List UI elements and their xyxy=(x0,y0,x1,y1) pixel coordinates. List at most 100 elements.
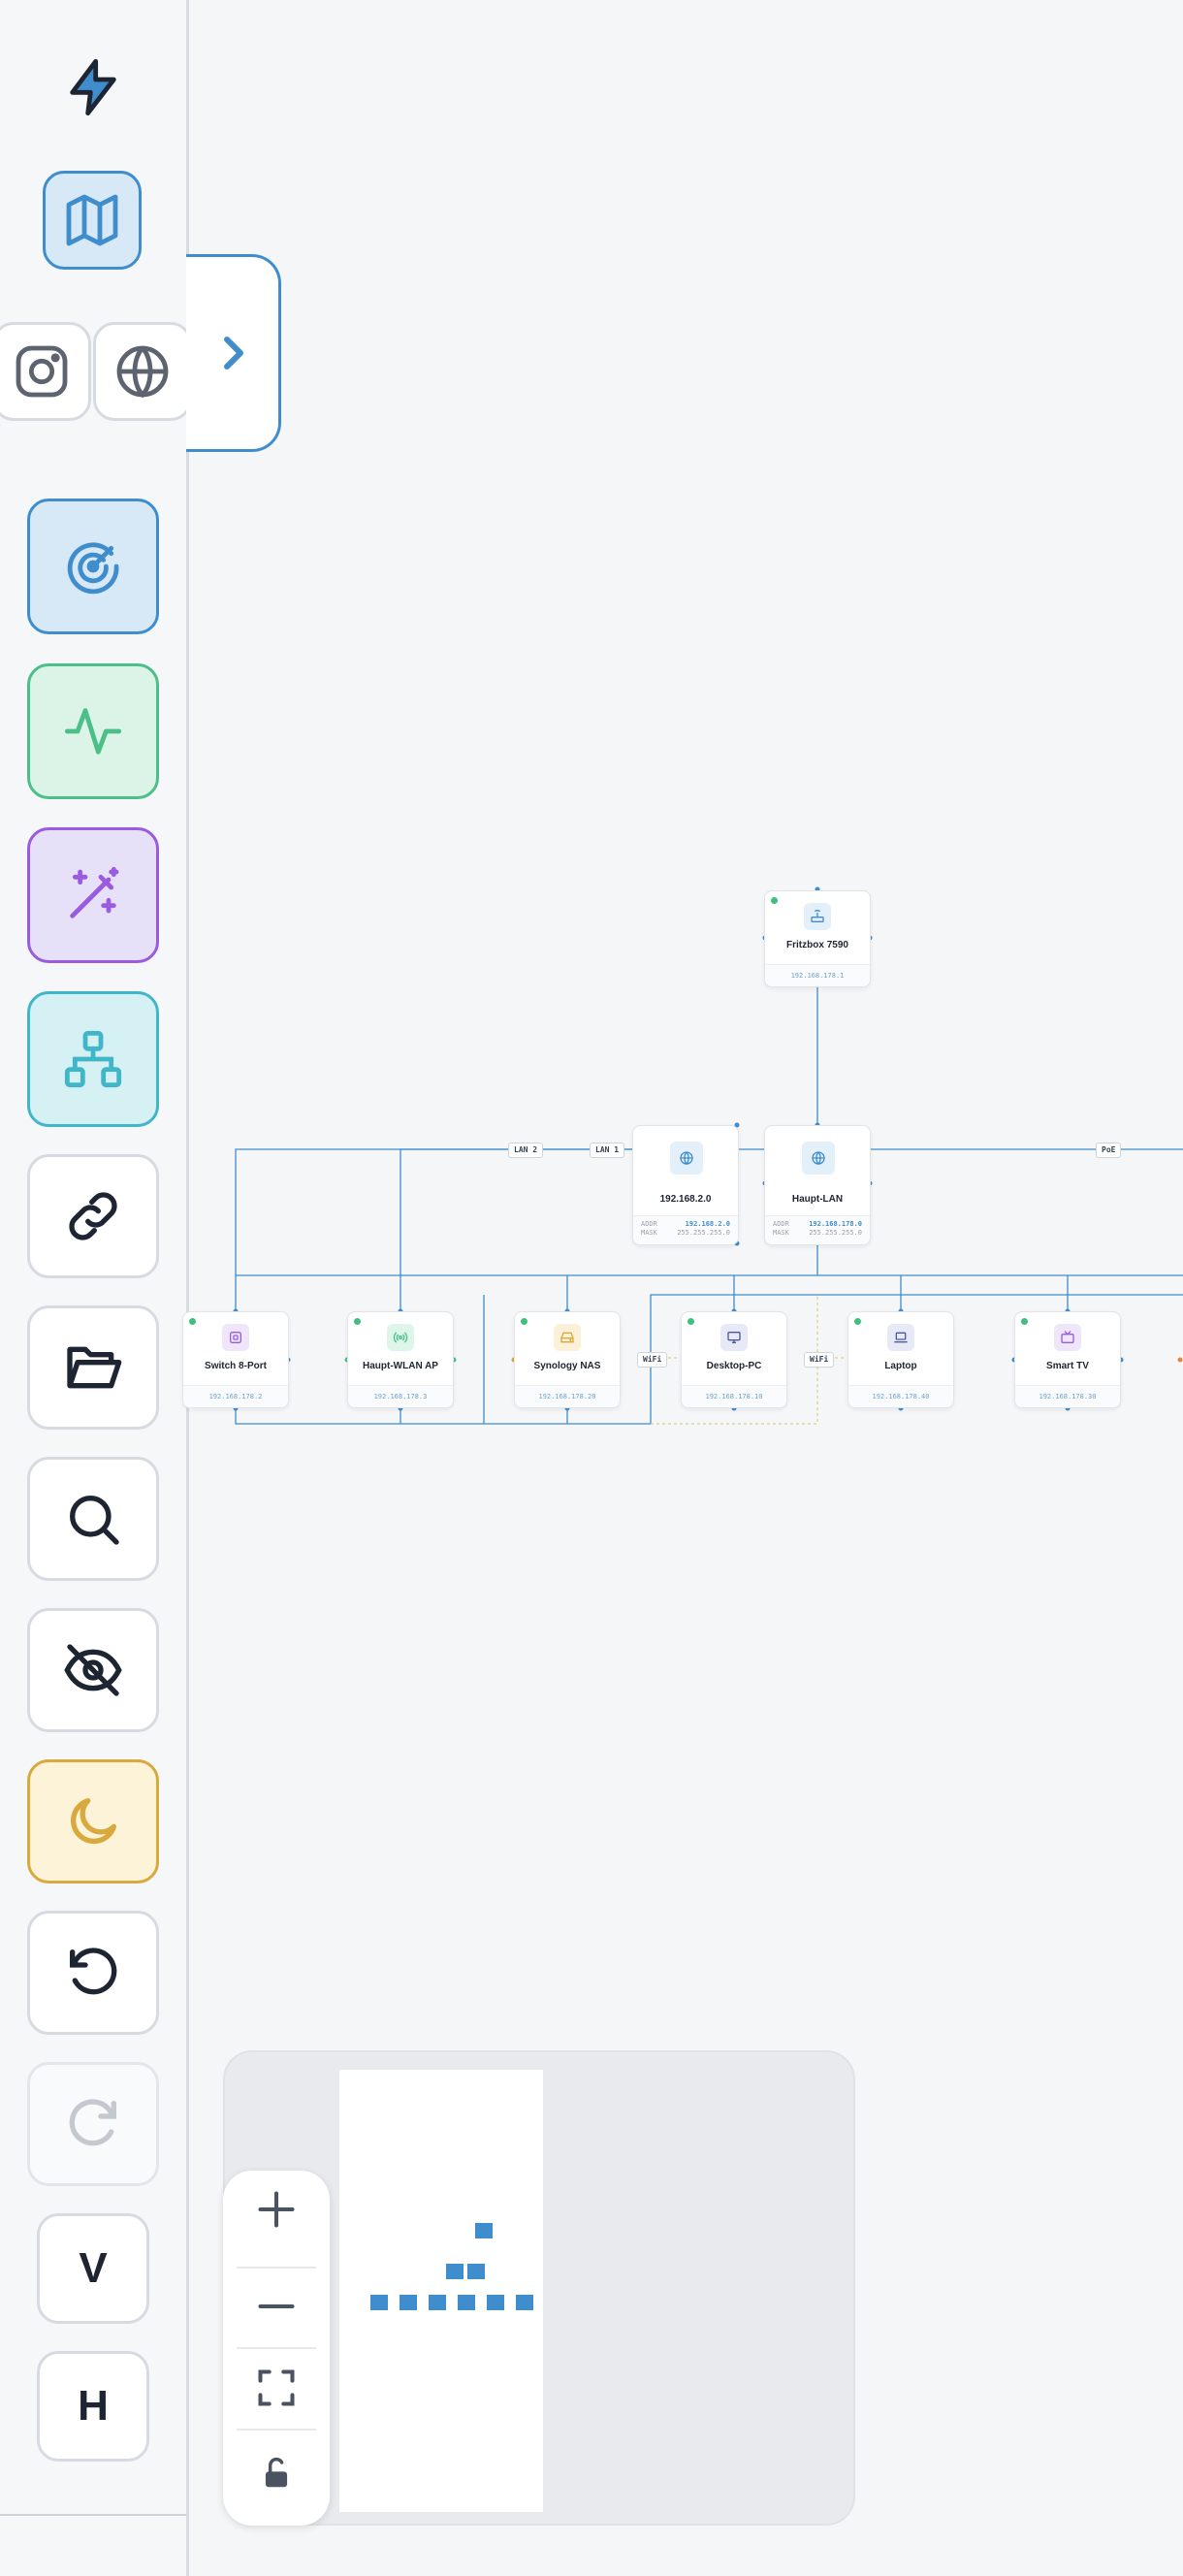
node-name: Laptop xyxy=(884,1361,917,1371)
connect-button[interactable] xyxy=(27,1154,159,1278)
minimap-node xyxy=(429,2295,446,2310)
node-wlan-ap[interactable]: Haupt-WLAN AP 192.168.178.3 xyxy=(347,1311,454,1408)
hide-button[interactable] xyxy=(27,1608,159,1732)
minimap-node xyxy=(487,2295,504,2310)
node-ip: 192.168.178.30 xyxy=(1015,1385,1120,1407)
node-switch[interactable]: Switch 8-Port 192.168.178.2 xyxy=(182,1311,289,1408)
edge-bus xyxy=(236,1243,1183,1276)
mask-value: 255.255.255.0 xyxy=(677,1229,730,1237)
minimap-node xyxy=(400,2295,417,2310)
sidebar: V H xyxy=(0,0,192,2576)
monitor-button[interactable] xyxy=(27,663,159,799)
status-online-dot xyxy=(771,897,778,904)
status-online-dot xyxy=(189,1318,196,1325)
minimap-node xyxy=(370,2295,388,2310)
undo-icon xyxy=(70,1948,117,1995)
node-laptop[interactable]: Laptop 192.168.178.40 xyxy=(847,1311,954,1408)
mask-label: MASK xyxy=(773,1229,789,1237)
status-online-dot xyxy=(687,1318,694,1325)
zoom-controls xyxy=(223,2171,330,2526)
folder-open-icon xyxy=(67,1346,122,1389)
horizontal-layout-label: H xyxy=(78,2382,109,2430)
mask-label: MASK xyxy=(641,1229,657,1237)
node-desktop[interactable]: Desktop-PC 192.168.178.10 xyxy=(681,1311,787,1408)
open-button[interactable] xyxy=(27,1305,159,1430)
node-fritzbox[interactable]: Fritzbox 7590 192.168.178.1 xyxy=(764,890,871,987)
edge-label-lan1[interactable]: LAN 1 xyxy=(590,1143,625,1158)
switch-icon xyxy=(222,1324,249,1351)
vertical-layout-button[interactable]: V xyxy=(37,2213,149,2324)
edge-label-lan2[interactable]: LAN 2 xyxy=(508,1143,544,1158)
globe-icon xyxy=(670,1142,703,1175)
node-ip: 192.168.178.10 xyxy=(682,1385,786,1407)
vertical-layout-label: V xyxy=(79,2244,108,2292)
status-online-dot xyxy=(854,1318,861,1325)
lock-button[interactable] xyxy=(223,2434,330,2512)
edge-lan2-switch xyxy=(235,1148,685,1314)
edge-label-poe[interactable]: PoE xyxy=(1096,1143,1122,1158)
search-icon xyxy=(70,1496,119,1545)
subnet-details: ADDR 192.168.178.0 MASK 255.255.255.0 xyxy=(765,1215,870,1244)
node-name: Desktop-PC xyxy=(706,1361,762,1371)
hard-drive-icon xyxy=(554,1324,581,1351)
node-name: Synology NAS xyxy=(533,1361,601,1371)
node-smart-tv[interactable]: Smart TV 192.168.178.30 xyxy=(1014,1311,1121,1408)
map-icon xyxy=(66,194,118,246)
instagram-button[interactable] xyxy=(0,322,91,421)
sidebar-divider xyxy=(0,2514,186,2516)
node-ip: 192.168.178.3 xyxy=(348,1385,453,1407)
auto-layout-button[interactable] xyxy=(27,827,159,963)
status-online-dot xyxy=(1021,1318,1028,1325)
node-name: Haupt-WLAN AP xyxy=(363,1361,438,1371)
redo-button[interactable] xyxy=(27,2062,159,2186)
zoom-in-button[interactable] xyxy=(223,2171,330,2248)
minimap-node xyxy=(475,2223,493,2238)
map-view-button[interactable] xyxy=(43,171,142,270)
minus-icon xyxy=(258,2303,295,2309)
search-button[interactable] xyxy=(27,1457,159,1581)
network-icon xyxy=(64,1030,122,1088)
horizontal-layout-button[interactable]: H xyxy=(37,2351,149,2462)
minimap-node xyxy=(467,2264,485,2279)
addr-label: ADDR xyxy=(773,1220,789,1228)
logo-button[interactable] xyxy=(54,48,132,126)
node-haupt-lan[interactable]: Haupt-LAN ADDR 192.168.178.0 MASK 255.255.… xyxy=(764,1125,871,1245)
redo-icon xyxy=(69,2099,116,2146)
activity-icon xyxy=(64,708,122,755)
edge-label-wifi-a[interactable]: WiFi xyxy=(637,1352,668,1368)
undo-button[interactable] xyxy=(27,1911,159,2035)
unlock-icon xyxy=(265,2457,288,2488)
fit-view-button[interactable] xyxy=(223,2349,330,2427)
addr-value: 192.168.2.0 xyxy=(685,1220,730,1228)
web-button[interactable] xyxy=(93,322,192,421)
laptop-icon xyxy=(887,1324,914,1351)
eye-off-icon xyxy=(64,1644,122,1696)
bolt-icon xyxy=(70,58,116,116)
edge-label-wifi-b[interactable]: WiFi xyxy=(804,1352,835,1368)
zoom-out-button[interactable] xyxy=(223,2268,330,2345)
node-ip: 192.168.178.2 xyxy=(183,1385,288,1407)
status-online-dot xyxy=(521,1318,528,1325)
globe-icon xyxy=(802,1142,835,1175)
node-nas[interactable]: Synology NAS 192.168.178.20 xyxy=(514,1311,621,1408)
scan-button[interactable] xyxy=(27,499,159,634)
node-subnet-2[interactable]: 192.168.2.0 ADDR 192.168.2.0 MASK 255.255.… xyxy=(632,1125,739,1245)
addr-value: 192.168.178.0 xyxy=(809,1220,862,1228)
subnet-details: ADDR 192.168.2.0 MASK 255.255.255.0 xyxy=(633,1215,738,1244)
topology-button[interactable] xyxy=(27,991,159,1127)
theme-button[interactable] xyxy=(27,1759,159,1884)
globe-icon xyxy=(116,345,169,399)
node-name: Haupt-LAN xyxy=(791,1194,844,1205)
moon-icon xyxy=(70,1798,116,1845)
wifi-icon xyxy=(387,1324,414,1351)
node-name: Fritzbox 7590 xyxy=(786,940,848,950)
node-ip: 192.168.178.1 xyxy=(765,964,870,986)
magic-wand-icon xyxy=(70,866,119,918)
minimap-node xyxy=(516,2295,533,2310)
node-name: 192.168.2.0 xyxy=(659,1194,712,1205)
minimap-node xyxy=(446,2264,464,2279)
addr-label: ADDR xyxy=(641,1220,657,1228)
minimap-viewport[interactable] xyxy=(339,2070,543,2512)
instagram-icon xyxy=(16,345,68,398)
tv-icon xyxy=(1054,1324,1081,1351)
